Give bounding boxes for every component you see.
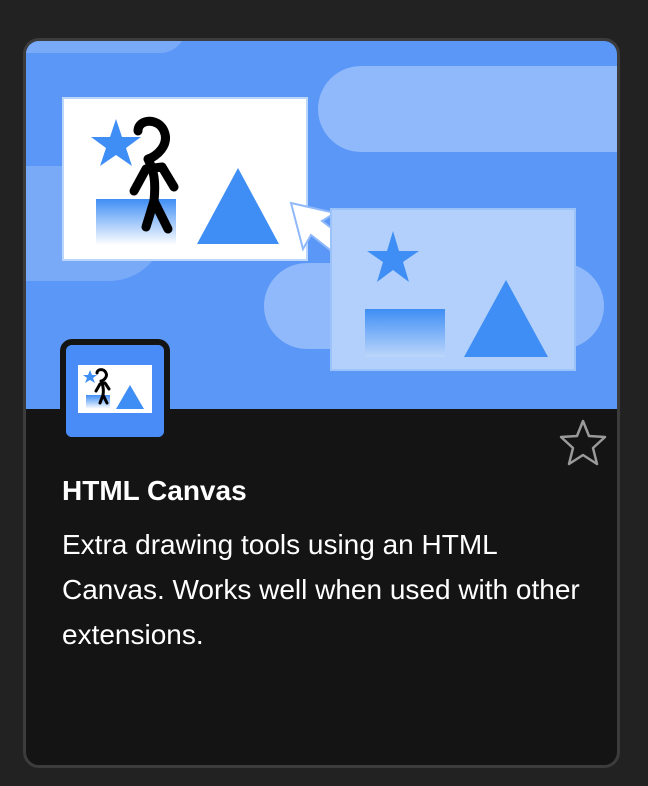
extension-card[interactable]: HTML Canvas Extra drawing tools using an… [23,38,620,768]
extension-description: Extra drawing tools using an HTML Canvas… [62,529,580,650]
favorite-star-button[interactable] [557,417,609,469]
extension-thumbnail [60,339,170,443]
extension-title: HTML Canvas [62,475,247,506]
star-outline-icon [559,419,607,466]
